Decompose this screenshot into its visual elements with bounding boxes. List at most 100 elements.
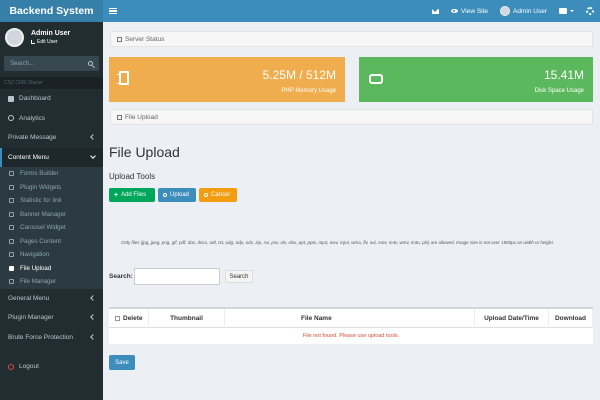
- cancel-button[interactable]: Cancel: [199, 188, 237, 202]
- files-table: Delete Thumbnail File Name Upload Date/T…: [109, 307, 593, 344]
- submenu-item-banner-manager[interactable]: Banner Manager: [0, 208, 103, 222]
- sidebar-item-content-menu[interactable]: Content Menu: [0, 147, 103, 167]
- settings-button[interactable]: [580, 0, 600, 22]
- sidebar-item-brute-force[interactable]: Brute Force Protection: [0, 328, 103, 348]
- add-files-button[interactable]: + Add Files: [109, 188, 155, 202]
- search-label: Search:: [109, 273, 133, 280]
- submenu-item-carousel-widget[interactable]: Carousel Widget: [0, 221, 103, 235]
- sidebar-section-header: CSZ CMS Starter: [0, 77, 103, 89]
- sidebar-item-label: General Menu: [8, 294, 50, 302]
- submenu-icon: [9, 225, 14, 231]
- column-file-name: File Name: [225, 308, 475, 328]
- memory-usage-value: 5.25M / 512M: [262, 68, 336, 82]
- memory-usage-label: PHP Memory Usage: [281, 88, 336, 94]
- submenu-icon: [9, 238, 14, 244]
- flag-icon: [559, 8, 567, 14]
- content-submenu: Forms Builder Plugin Widgets Statistic f…: [0, 167, 103, 289]
- sidebar-item-label: Analytics: [19, 114, 46, 122]
- submenu-icon: [9, 279, 14, 285]
- sidebar-item-label: Plugin Manager: [8, 314, 54, 322]
- user-panel: Admin User Edit User: [0, 22, 103, 52]
- avatar: [500, 6, 511, 16]
- user-menu[interactable]: Admin User: [494, 0, 553, 22]
- microchip-icon: [117, 71, 129, 85]
- sidebar-item-general-menu[interactable]: General Menu: [0, 289, 103, 309]
- sidebar-item-private-message[interactable]: Private Message: [0, 128, 103, 148]
- dashboard-icon: [8, 95, 14, 102]
- sidebar-item-analytics[interactable]: Analytics: [0, 109, 103, 129]
- user-menu-label: Admin User: [513, 7, 547, 15]
- column-thumbnail: Thumbnail: [149, 308, 225, 328]
- upload-button[interactable]: Upload: [158, 188, 196, 202]
- submenu-icon: [9, 171, 14, 177]
- chevron-left-icon: [90, 333, 96, 340]
- sidebar-item-logout[interactable]: Logout: [0, 357, 103, 377]
- disk-usage-label: Disk Space Usage: [534, 88, 584, 94]
- column-delete: Delete: [109, 308, 149, 328]
- submenu-icon: [9, 211, 14, 217]
- submenu-icon: [9, 265, 14, 271]
- edit-user-label: Edit User: [37, 38, 58, 45]
- plus-icon: +: [114, 191, 119, 199]
- submenu-item-label: File Upload: [20, 264, 52, 272]
- disk-usage-box: 15.41M Disk Space Usage: [359, 57, 593, 102]
- submenu-icon: [9, 184, 14, 190]
- submenu-item-navigation[interactable]: Navigation: [0, 248, 103, 262]
- memory-usage-box: 5.25M / 512M PHP Memory Usage: [109, 57, 345, 102]
- submenu-item-forms-builder[interactable]: Forms Builder: [0, 167, 103, 181]
- allowed-files-note: Only files (jpg, jpeg, png, gif, pdf, do…: [121, 240, 554, 245]
- disk-usage-value: 15.41M: [543, 68, 584, 82]
- submenu-item-statistic[interactable]: Statistic for link: [0, 194, 103, 208]
- submenu-item-file-upload[interactable]: File Upload: [0, 262, 103, 276]
- sidebar-item-label: Private Message: [8, 134, 57, 142]
- messages-button[interactable]: [426, 0, 445, 22]
- view-site-link[interactable]: View Site: [445, 0, 494, 22]
- caret-down-icon: [570, 10, 574, 12]
- upload-icon: [163, 193, 167, 197]
- submenu-item-label: File Manager: [20, 278, 57, 286]
- submenu-icon: [9, 198, 14, 204]
- cancel-label: Cancel: [211, 192, 230, 198]
- server-icon: [117, 36, 122, 42]
- sidebar-item-label: Logout: [19, 363, 39, 371]
- column-upload-date: Upload Date/Time: [475, 308, 549, 328]
- chevron-left-icon: [90, 314, 96, 320]
- submenu-item-pages-content[interactable]: Pages Content: [0, 235, 103, 249]
- submenu-item-label: Navigation: [20, 251, 50, 259]
- language-menu[interactable]: [553, 0, 580, 22]
- search-input[interactable]: [134, 268, 220, 285]
- sidebar-user-name: Admin User: [31, 29, 71, 37]
- submenu-item-label: Plugin Widgets: [20, 183, 62, 191]
- sidebar-search-placeholder: Search...: [10, 60, 35, 67]
- submenu-item-label: Banner Manager: [20, 210, 67, 218]
- submenu-item-label: Forms Builder: [20, 170, 59, 178]
- sidebar-item-label: Dashboard: [19, 95, 51, 103]
- chevron-left-icon: [90, 134, 96, 140]
- search-button[interactable]: Search: [225, 270, 253, 283]
- app-logo[interactable]: Backend System: [0, 0, 103, 22]
- edit-user-link[interactable]: Edit User: [31, 39, 70, 45]
- submenu-item-plugin-widgets[interactable]: Plugin Widgets: [0, 181, 103, 195]
- search-icon[interactable]: [88, 61, 93, 66]
- sidebar-toggle-icon[interactable]: [109, 7, 117, 15]
- chevron-down-icon: [90, 152, 96, 159]
- page-title: File Upload: [109, 144, 180, 160]
- upload-tools-title: Upload Tools: [109, 172, 156, 181]
- submenu-item-label: Carousel Widget: [20, 224, 66, 232]
- sidebar-item-plugin-manager[interactable]: Plugin Manager: [0, 308, 103, 328]
- sidebar-item-dashboard[interactable]: Dashboard: [0, 89, 103, 109]
- gears-icon: [586, 7, 594, 15]
- submenu-icon: [9, 252, 14, 258]
- sidebar-search-input[interactable]: Search...: [4, 56, 99, 71]
- save-button[interactable]: Save: [109, 355, 135, 370]
- view-site-label: View Site: [461, 7, 489, 15]
- sidebar-item-label: Brute Force Protection: [8, 333, 74, 341]
- submenu-item-file-manager[interactable]: File Manager: [0, 275, 103, 289]
- sidebar: Admin User Edit User Search... CSZ CMS S…: [0, 22, 103, 400]
- ban-icon: [204, 193, 208, 197]
- select-all-checkbox[interactable]: [115, 315, 120, 321]
- column-label: Delete: [123, 314, 143, 322]
- breadcrumb-label: Server Status: [125, 35, 165, 43]
- breadcrumb-label: File Upload: [125, 113, 158, 121]
- eye-icon: [451, 9, 459, 13]
